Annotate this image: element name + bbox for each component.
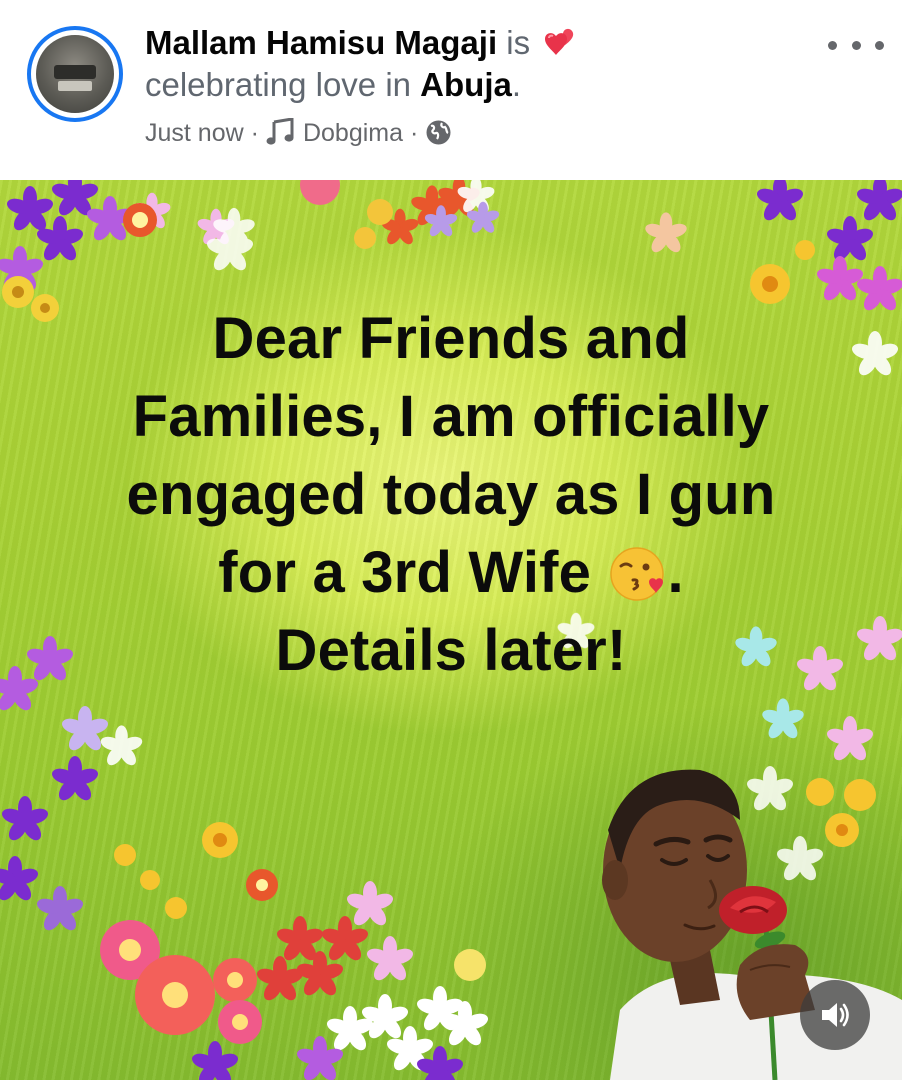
- globe-icon[interactable]: [425, 119, 452, 146]
- avatar[interactable]: [27, 26, 123, 122]
- volume-button[interactable]: [800, 980, 870, 1050]
- post-text: Dear Friends and Families, I am official…: [60, 300, 842, 690]
- more-options-button[interactable]: [828, 30, 884, 60]
- more-dot: [828, 40, 837, 50]
- facebook-post: Mallam Hamisu Magaji is celebrating love…: [0, 0, 902, 1080]
- text-line-3: engaged today as I gun: [126, 462, 776, 527]
- separator-2: ·: [410, 119, 419, 147]
- separator: ·: [250, 119, 259, 147]
- post-header: Mallam Hamisu Magaji is celebrating love…: [0, 0, 902, 180]
- text-line-4: for a 3rd Wife .: [60, 534, 842, 612]
- text-line-1: Dear Friends and: [212, 306, 690, 371]
- location-link[interactable]: Abuja: [420, 66, 512, 103]
- two-hearts-icon: [545, 28, 574, 55]
- timestamp[interactable]: Just now: [145, 119, 244, 147]
- more-dot: [851, 40, 861, 50]
- post-title: Mallam Hamisu Magaji is celebrating love…: [145, 22, 835, 106]
- text-line-4-words: for a 3rd Wife: [218, 540, 592, 605]
- location-suffix: .: [511, 66, 522, 103]
- text-line-5: Details later!: [275, 618, 627, 683]
- text-line-2: Families, I am officially: [132, 384, 770, 449]
- volume-icon: [822, 1003, 849, 1027]
- music-note-icon: [266, 118, 294, 145]
- feeling-prefix: is: [506, 24, 531, 61]
- author-name[interactable]: Mallam Hamisu Magaji: [145, 24, 497, 61]
- avatar-photo: [36, 35, 114, 113]
- feeling-text: celebrating love in: [145, 66, 411, 103]
- post-image[interactable]: Dear Friends and Families, I am official…: [0, 180, 902, 1080]
- more-dot: [875, 40, 884, 50]
- audio-track[interactable]: Dobgima: [303, 119, 403, 147]
- kiss-emoji-icon: [610, 547, 665, 601]
- text-line-4-suffix: .: [667, 540, 684, 605]
- post-meta: Just now · Dobgima ·: [145, 116, 452, 150]
